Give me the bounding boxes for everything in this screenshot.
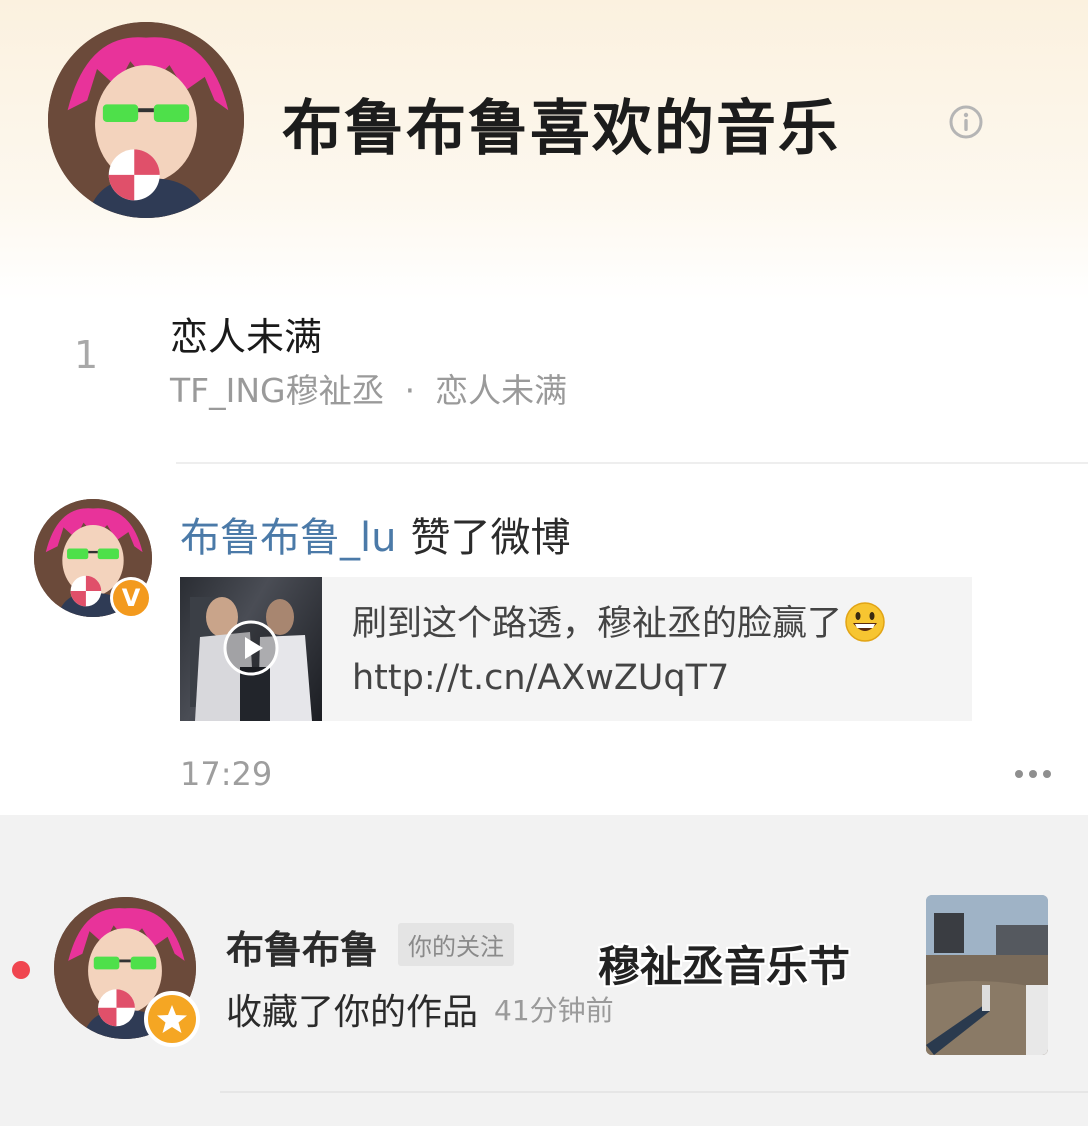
video-thumbnail[interactable] xyxy=(180,577,322,721)
grinning-emoji-icon xyxy=(845,602,885,642)
favorite-notification-item[interactable]: 布鲁布鲁 你的关注 收藏了你的作品 41分钟前 穆祉丞音乐节 xyxy=(0,815,1088,1126)
user-name[interactable]: 布鲁布鲁 xyxy=(226,919,378,974)
liked-music-card[interactable]: 布鲁布鲁喜欢的音乐 1 恋人未满 TF_ING穆祉丞 · 恋人未满 xyxy=(0,0,1088,465)
avatar-illustration xyxy=(48,22,244,218)
track-index: 1 xyxy=(74,333,99,377)
divider xyxy=(220,1091,1088,1093)
post-text: 刷到这个路透，穆祉丞的脸赢了 http://t.cn/AXwZUqT7 xyxy=(352,597,886,705)
work-thumbnail[interactable] xyxy=(926,895,1048,1055)
playlist-title: 布鲁布鲁喜欢的音乐 xyxy=(282,94,840,164)
notification-time: 41分钟前 xyxy=(494,994,614,1027)
overlay-caption: 穆祉丞音乐节 xyxy=(598,942,851,991)
post-text-line: 刷到这个路透，穆祉丞的脸赢了 xyxy=(352,597,886,651)
following-tag: 你的关注 xyxy=(398,923,514,966)
like-action-text: 赞了微博 xyxy=(410,515,571,561)
more-options-icon[interactable] xyxy=(1014,768,1052,780)
thumbnail-image xyxy=(926,895,1048,1055)
like-feed-item: V 布鲁布鲁_lu 赞了微博 刷到这个路透，穆祉丞的脸赢了 http://t.c… xyxy=(0,465,1088,815)
verified-badge-icon: V xyxy=(110,577,152,619)
notification-action: 收藏了你的作品 xyxy=(226,992,479,1033)
track-artist: TF_ING穆祉丞 xyxy=(170,371,385,410)
post-caption: 刷到这个路透，穆祉丞的脸赢了 xyxy=(352,604,843,644)
track-subtitle: TF_ING穆祉丞 · 恋人未满 xyxy=(170,364,567,412)
liked-post-card[interactable]: 刷到这个路透，穆祉丞的脸赢了 http://t.cn/AXwZUqT7 xyxy=(180,577,972,721)
timestamp: 17:29 xyxy=(180,755,273,793)
avatar[interactable] xyxy=(48,22,244,218)
star-badge-icon xyxy=(144,991,200,1047)
track-album: 恋人未满 xyxy=(435,371,568,410)
info-icon[interactable] xyxy=(948,104,984,140)
post-link[interactable]: http://t.cn/AXwZUqT7 xyxy=(352,651,886,705)
user-name-link[interactable]: 布鲁布鲁_lu xyxy=(180,515,396,561)
divider xyxy=(176,462,1088,464)
play-icon[interactable] xyxy=(222,619,280,677)
separator-dot: · xyxy=(404,371,416,410)
unread-dot xyxy=(12,961,30,979)
like-headline: 布鲁布鲁_lu 赞了微博 xyxy=(180,505,570,563)
track-title: 恋人未满 xyxy=(170,315,323,359)
